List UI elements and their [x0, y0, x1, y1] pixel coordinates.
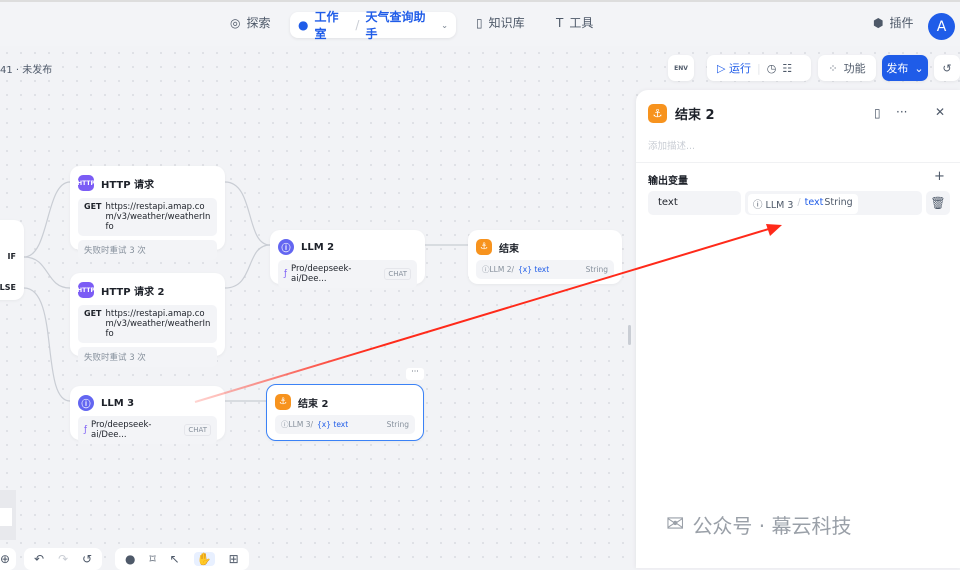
variable-reference-select[interactable]: ⓘ LLM 3/text String [745, 191, 922, 215]
llm-icon: ⓘ [278, 239, 294, 255]
layout-icon[interactable]: ⊞ [229, 552, 239, 566]
http-icon: HTTP [77, 282, 95, 298]
llm-icon: ⓘ [78, 395, 94, 411]
docs-icon[interactable]: ▯ [874, 106, 881, 120]
variable-name-input[interactable]: text [648, 191, 741, 215]
description-input[interactable]: 添加描述... [648, 138, 695, 152]
close-icon[interactable]: ✕ [935, 105, 945, 119]
more-icon[interactable]: ··· [896, 105, 907, 119]
canvas-toolbar: ● ⌑ ↖ ✋ ⊞ [115, 548, 249, 570]
end-2-node[interactable]: ⚓ 结束 2 ⓘLLM 3/{x} text String [266, 384, 424, 441]
add-variable-icon[interactable]: + [934, 169, 945, 184]
llm-2-node[interactable]: ⓘ LLM 2 ƒ Pro/deepseek-ai/Dee... CHAT [270, 230, 425, 288]
node-more-button[interactable]: ··· [406, 368, 424, 380]
undo-icon[interactable]: ↶ [34, 552, 44, 566]
history-icon[interactable]: ↺ [82, 552, 92, 566]
http-icon: HTTP [77, 175, 95, 191]
redo-icon[interactable]: ↷ [58, 552, 68, 566]
minimap[interactable] [0, 490, 16, 540]
end-icon: ⚓ [275, 394, 291, 410]
zoom-in-icon[interactable]: ⊕ [0, 548, 16, 570]
history-toolbar: ↶ ↷ ↺ [24, 548, 103, 570]
add-node-icon[interactable]: ● [125, 552, 135, 566]
condition-node[interactable]: IF ELSE [0, 220, 24, 300]
end-node[interactable]: ⚓ 结束 ⓘLLM 2/{x} text String [468, 230, 622, 284]
llm-3-node[interactable]: ⓘ LLM 3 ƒ Pro/deepseek-ai/Dee... CHAT [70, 386, 225, 444]
end-icon: ⚓ [648, 104, 667, 123]
hand-icon[interactable]: ✋ [193, 552, 215, 566]
http-request-2-node[interactable]: HTTP HTTP 请求 2 GET https://restapi.amap.co… [70, 273, 225, 367]
node-settings-panel: ⚓ 结束 2 ▯ ··· ✕ 添加描述... 输出变量 + text ⓘ LLM … [636, 90, 960, 568]
http-request-node[interactable]: HTTP HTTP 请求 GET https://restapi.amap.com/… [70, 166, 225, 260]
watermark: ✉ 公众号 · 幕云科技 [666, 512, 852, 538]
pointer-icon[interactable]: ↖ [170, 552, 180, 566]
delete-icon[interactable]: 🗑 [926, 191, 950, 215]
note-icon[interactable]: ⌑ [149, 552, 155, 566]
model-icon: ƒ [284, 269, 287, 279]
model-icon: ƒ [84, 425, 87, 435]
panel-resize-handle[interactable] [628, 325, 631, 345]
end-icon: ⚓ [476, 239, 492, 255]
